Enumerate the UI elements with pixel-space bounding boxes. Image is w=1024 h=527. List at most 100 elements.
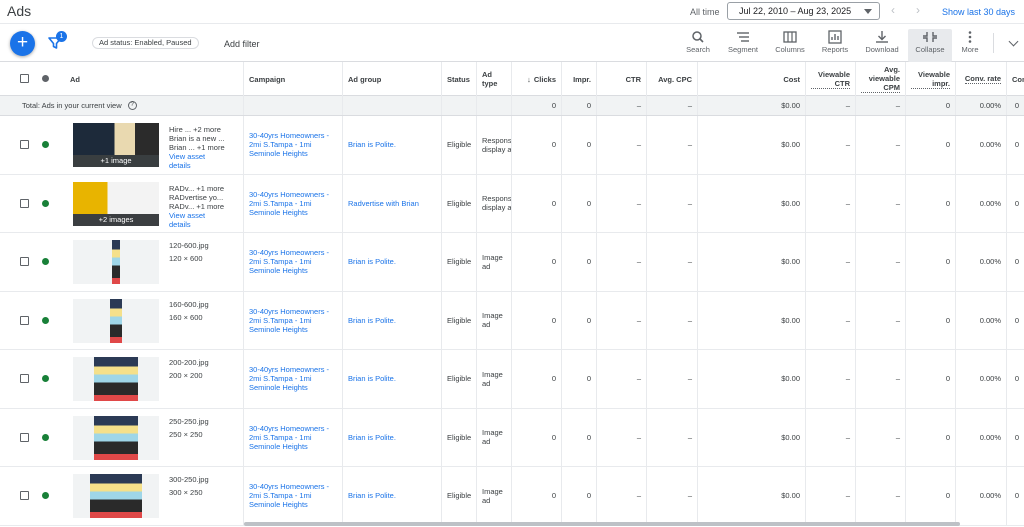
ad-group-link[interactable]: Brian is Polite. <box>343 467 442 525</box>
conversions-cell: 0 <box>1014 432 1019 442</box>
row-checkbox[interactable] <box>20 432 29 442</box>
table-row[interactable]: +1 image Hire ... +2 more Brian is a new … <box>0 116 1024 175</box>
clicks-cell: 0 <box>512 233 562 291</box>
col-avg-cpc[interactable]: Avg. CPC <box>647 62 698 96</box>
ad-group-link[interactable]: Brian is Polite. <box>343 408 442 466</box>
row-checkbox[interactable] <box>20 315 29 325</box>
row-checkbox[interactable] <box>20 198 29 208</box>
col-viewable-impr-label: Viewable impr. <box>911 70 950 89</box>
col-ad-group[interactable]: Ad group <box>343 62 442 96</box>
campaign-link[interactable]: 30-40yrs Homeowners - 2mi S.Tampa - 1mi … <box>244 174 343 232</box>
totals-avg-cpc: – <box>647 96 698 115</box>
caret-down-icon <box>864 9 872 14</box>
clicks-cell: 0 <box>512 350 562 408</box>
reports-icon <box>828 30 842 44</box>
help-icon[interactable]: ? <box>127 101 137 110</box>
col-ad-type[interactable]: Ad type <box>477 62 512 96</box>
table-row[interactable]: 200-200.jpg 200 × 200 30-40yrs Homeowners… <box>0 350 1024 409</box>
avg-viewable-cpm-cell: – <box>856 350 906 408</box>
totals-ad-group <box>343 96 442 115</box>
ad-type-cell: Image ad <box>477 291 512 349</box>
download-button[interactable]: Download <box>860 29 904 54</box>
campaign-link[interactable]: 30-40yrs Homeowners - 2mi S.Tampa - 1mi … <box>244 408 343 466</box>
col-viewable-ctr[interactable]: Viewable CTR <box>806 62 856 96</box>
ad-thumbnail[interactable] <box>73 298 159 343</box>
ad-group-link[interactable]: Brian is Polite. <box>343 116 442 174</box>
ad-headline-text: RADv... +1 more <box>169 201 225 211</box>
columns-button[interactable]: Columns <box>768 29 812 54</box>
col-cost[interactable]: Cost <box>698 62 806 96</box>
ad-thumbnail[interactable] <box>73 357 159 401</box>
select-all-checkbox[interactable] <box>20 74 29 83</box>
campaign-link[interactable]: 30-40yrs Homeowners - 2mi S.Tampa - 1mi … <box>244 467 343 525</box>
image-file-name: 120-600.jpg <box>169 241 209 250</box>
horizontal-scrollbar[interactable] <box>244 522 960 526</box>
ad-thumbnail[interactable] <box>73 415 159 460</box>
col-ad[interactable]: Ad <box>65 62 244 96</box>
ad-group-link[interactable]: Brian is Polite. <box>343 233 442 291</box>
campaign-link[interactable]: 30-40yrs Homeowners - 2mi S.Tampa - 1mi … <box>244 291 343 349</box>
col-conversions[interactable]: Con <box>1007 62 1024 96</box>
ad-group-link[interactable]: Radvertise with Brian <box>343 174 442 232</box>
table-row[interactable]: 120-600.jpg 120 × 600 30-40yrs Homeowners… <box>0 233 1024 292</box>
more-button[interactable]: More <box>948 29 992 54</box>
campaign-link[interactable]: 30-40yrs Homeowners - 2mi S.Tampa - 1mi … <box>244 350 343 408</box>
ad-thumbnail[interactable] <box>73 474 159 518</box>
col-clicks[interactable]: ↓ Clicks <box>512 62 562 96</box>
campaign-link[interactable]: 30-40yrs Homeowners - 2mi S.Tampa - 1mi … <box>244 233 343 291</box>
ad-cell: 250-250.jpg 250 × 250 <box>0 408 244 466</box>
download-label: Download <box>865 45 899 54</box>
image-count-caption: +2 images <box>73 213 159 226</box>
totals-viewable-ctr: – <box>806 96 856 115</box>
ad-thumbnail[interactable]: +2 images <box>73 181 159 226</box>
ad-thumbnail[interactable]: +1 image <box>73 123 159 167</box>
row-checkbox[interactable] <box>20 257 29 266</box>
col-avg-viewable-cpm[interactable]: Avg. viewable CPM <box>856 62 906 96</box>
segment-button[interactable]: Segment <box>721 29 765 54</box>
campaign-link[interactable]: 30-40yrs Homeowners - 2mi S.Tampa - 1mi … <box>244 116 343 174</box>
totals-avg-viewable-cpm: – <box>856 96 906 115</box>
conversions-cell: 0 <box>1014 315 1019 325</box>
ad-group-link[interactable]: Brian is Polite. <box>343 350 442 408</box>
chevron-left-icon[interactable]: ‹ <box>891 3 895 17</box>
col-campaign[interactable]: Campaign <box>244 62 343 96</box>
download-icon <box>876 31 888 43</box>
row-checkbox[interactable] <box>20 140 29 149</box>
col-status[interactable]: Status <box>442 62 477 96</box>
ad-thumbnail[interactable] <box>73 240 159 284</box>
row-checkbox[interactable] <box>20 491 29 500</box>
ad-group-link[interactable]: Brian is Polite. <box>343 291 442 349</box>
date-range-picker[interactable]: Jul 22, 2010 – Aug 23, 2025 <box>727 2 880 20</box>
col-viewable-impr[interactable]: Viewable impr. <box>906 62 956 96</box>
table-row[interactable]: 160-600.jpg 160 × 600 30-40yrs Homeowners… <box>0 291 1024 350</box>
chevron-down-icon[interactable] <box>1008 36 1019 47</box>
col-conv-rate[interactable]: Conv. rate <box>956 62 1007 96</box>
chevron-right-icon[interactable]: › <box>916 3 920 17</box>
cost-cell: $0.00 <box>698 467 806 525</box>
row-checkbox[interactable] <box>20 374 29 383</box>
totals-clicks: 0 <box>512 96 562 115</box>
image-file-name: 160-600.jpg <box>169 299 209 309</box>
table-row[interactable]: +2 images RADv... +1 more RADvertise yo..… <box>0 174 1024 233</box>
select-all-cell <box>0 62 35 96</box>
reports-button[interactable]: Reports <box>813 29 857 54</box>
search-button[interactable]: Search <box>676 29 720 54</box>
collapse-button[interactable]: Collapse <box>908 29 952 62</box>
ad-status-filter-chip[interactable]: Ad status: Enabled, Paused <box>92 37 199 49</box>
page-title: Ads <box>7 3 32 19</box>
impr-cell: 0 <box>562 467 597 525</box>
ad-type-cell: Responsive display ad <box>477 174 512 232</box>
col-conv-rate-label: Conv. rate <box>964 74 1001 84</box>
view-asset-details-link[interactable]: View asset details <box>169 211 215 229</box>
show-last-30-days-link[interactable]: Show last 30 days <box>942 7 1015 17</box>
view-asset-details-link[interactable]: View asset details <box>169 152 215 170</box>
col-impr[interactable]: Impr. <box>562 62 597 96</box>
add-ad-button[interactable]: + <box>10 31 35 56</box>
ad-cell: 160-600.jpg 160 × 600 <box>0 291 244 349</box>
table-row[interactable]: 250-250.jpg 250 × 250 30-40yrs Homeowners… <box>0 408 1024 467</box>
totals-campaign <box>244 96 343 115</box>
table-row[interactable]: 300-250.jpg 300 × 250 30-40yrs Homeowners… <box>0 467 1024 526</box>
add-filter-button[interactable]: Add filter <box>224 39 260 49</box>
viewable-impr-cell: 0 <box>906 116 956 174</box>
col-ctr[interactable]: CTR <box>597 62 647 96</box>
